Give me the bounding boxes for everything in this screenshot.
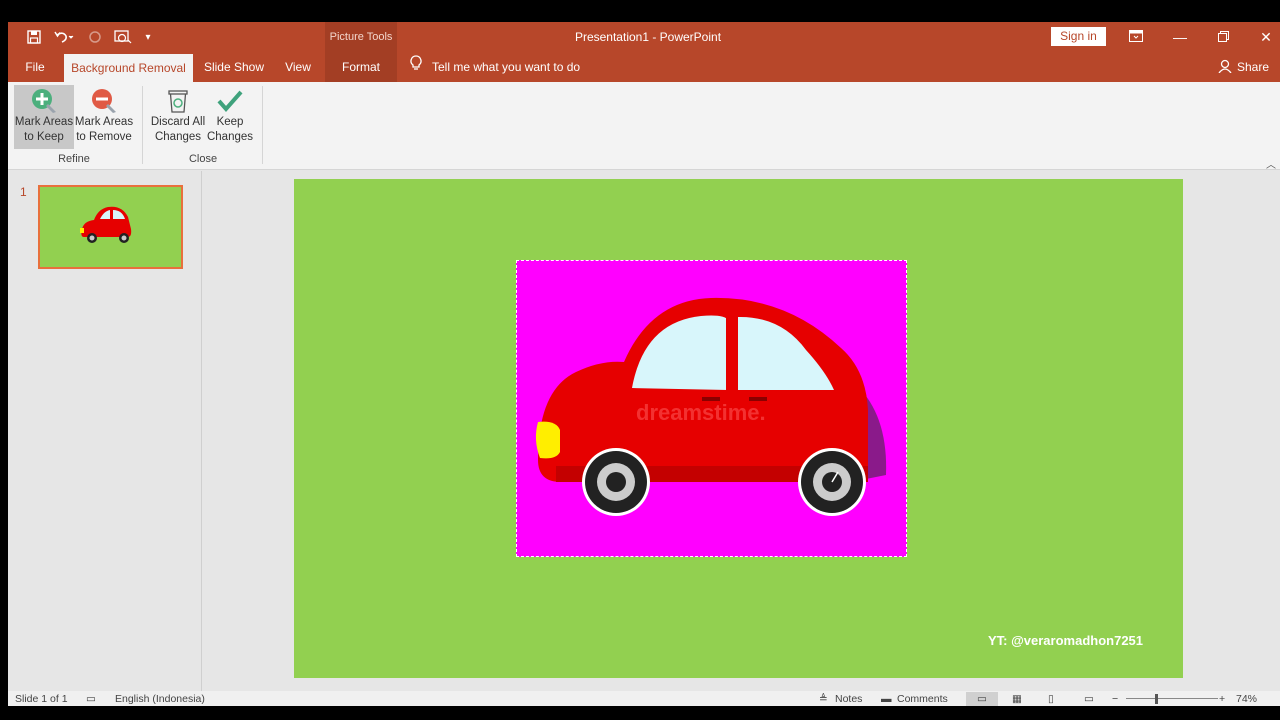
tab-file[interactable]: File xyxy=(18,52,52,82)
mark-areas-to-keep-button[interactable]: Mark Areas to Keep xyxy=(14,85,74,149)
discard-label-2: Changes xyxy=(154,131,202,143)
comments-icon: ▬ xyxy=(881,693,892,705)
start-from-beginning-icon[interactable] xyxy=(112,28,134,46)
mark-areas-to-remove-button[interactable]: Mark Areas to Remove xyxy=(74,85,134,149)
recycle-bin-icon xyxy=(168,90,188,113)
tell-me-search[interactable]: Tell me what you want to do xyxy=(410,52,580,82)
car-illustration: dreamstime. xyxy=(535,297,887,516)
slide-number: 1 xyxy=(20,185,27,199)
slide-editing-area: dreamstime. YT: @veraromadhon7251 xyxy=(203,171,1280,691)
sign-in-button[interactable]: Sign in xyxy=(1051,27,1106,46)
restore-icon[interactable] xyxy=(1203,22,1243,52)
group-separator xyxy=(142,86,143,164)
ribbon-tabs: File Background Removal Slide Show View … xyxy=(8,52,1280,82)
title-bar: ▾ Picture Tools Presentation1 - PowerPoi… xyxy=(8,22,1280,52)
credit-text: YT: @veraromadhon7251 xyxy=(988,633,1144,648)
discard-all-changes-button[interactable]: Discard All Changes xyxy=(148,85,208,149)
picture-tools-label: Picture Tools xyxy=(325,22,397,52)
ribbon: Mark Areas to Keep Mark Areas to Remove … xyxy=(8,82,1280,171)
ribbon-display-options-icon[interactable] xyxy=(1116,22,1156,52)
discard-label-1: Discard All xyxy=(150,116,206,128)
tab-view[interactable]: View xyxy=(278,52,318,82)
zoom-in-icon[interactable]: + xyxy=(1219,692,1225,706)
powerpoint-window: ▾ Picture Tools Presentation1 - PowerPoi… xyxy=(8,22,1280,706)
minimize-icon[interactable]: — xyxy=(1160,22,1200,52)
watermark-text: dreamstime. xyxy=(636,400,766,425)
close-group-label: Close xyxy=(188,153,218,165)
notes-button[interactable]: Notes xyxy=(835,692,862,706)
close-icon[interactable]: ✕ xyxy=(1246,22,1280,52)
person-icon xyxy=(1218,59,1232,76)
slide-thumbnail-pane: 1 xyxy=(8,171,202,691)
tab-background-removal[interactable]: Background Removal xyxy=(64,54,193,82)
slide-show-icon[interactable]: ▭ xyxy=(1084,692,1094,706)
mark-remove-label-2: to Remove xyxy=(76,131,132,143)
car-picture[interactable]: dreamstime. xyxy=(516,260,907,557)
zoom-slider[interactable] xyxy=(1126,698,1218,699)
tab-slide-show[interactable]: Slide Show xyxy=(201,52,267,82)
tab-format[interactable]: Format xyxy=(325,52,397,82)
slide-sorter-icon[interactable]: ▦ xyxy=(1012,692,1022,706)
comments-button[interactable]: Comments xyxy=(897,692,948,706)
customize-icon[interactable]: ▾ xyxy=(142,28,154,46)
plus-pencil-icon xyxy=(32,89,56,113)
undo-icon[interactable] xyxy=(52,28,76,46)
thumbnail-car-image xyxy=(80,206,132,243)
lightbulb-icon xyxy=(410,52,422,82)
mark-keep-label-2: to Keep xyxy=(24,131,64,143)
slide-thumbnail[interactable] xyxy=(38,185,183,269)
share-label: Share xyxy=(1237,60,1270,74)
mark-keep-label-1: Mark Areas xyxy=(14,116,74,128)
mark-remove-label-1: Mark Areas xyxy=(74,116,134,128)
status-bar: Slide 1 of 1 ▭ English (Indonesia) ≜ Not… xyxy=(8,691,1280,706)
zoom-slider-thumb[interactable] xyxy=(1155,694,1158,704)
minus-pencil-icon xyxy=(92,89,116,113)
zoom-level[interactable]: 74% xyxy=(1236,692,1257,706)
normal-view-icon[interactable]: ▭ xyxy=(966,692,998,706)
tell-me-label: Tell me what you want to do xyxy=(432,60,581,74)
collapse-ribbon-icon[interactable]: ︿ xyxy=(1266,156,1276,171)
language-indicator[interactable]: English (Indonesia) xyxy=(115,692,205,706)
save-icon[interactable] xyxy=(24,28,44,46)
slide[interactable]: dreamstime. YT: @veraromadhon7251 xyxy=(294,179,1183,678)
checkmark-icon xyxy=(217,90,243,113)
keep-label-1: Keep xyxy=(216,116,244,128)
spell-check-icon[interactable]: ▭ xyxy=(86,692,96,706)
redo-icon[interactable] xyxy=(86,28,104,46)
zoom-out-icon[interactable]: − xyxy=(1112,692,1118,706)
keep-changes-button[interactable]: Keep Changes xyxy=(202,85,258,149)
group-separator xyxy=(262,86,263,164)
share-button[interactable]: Share xyxy=(1218,52,1269,82)
refine-group-label: Refine xyxy=(58,153,90,165)
keep-label-2: Changes xyxy=(206,131,254,143)
slide-count: Slide 1 of 1 xyxy=(15,693,68,705)
reading-view-icon[interactable]: ▯ xyxy=(1048,692,1054,706)
notes-icon: ≜ xyxy=(819,693,828,705)
window-title: Presentation1 - PowerPoint xyxy=(574,30,722,44)
